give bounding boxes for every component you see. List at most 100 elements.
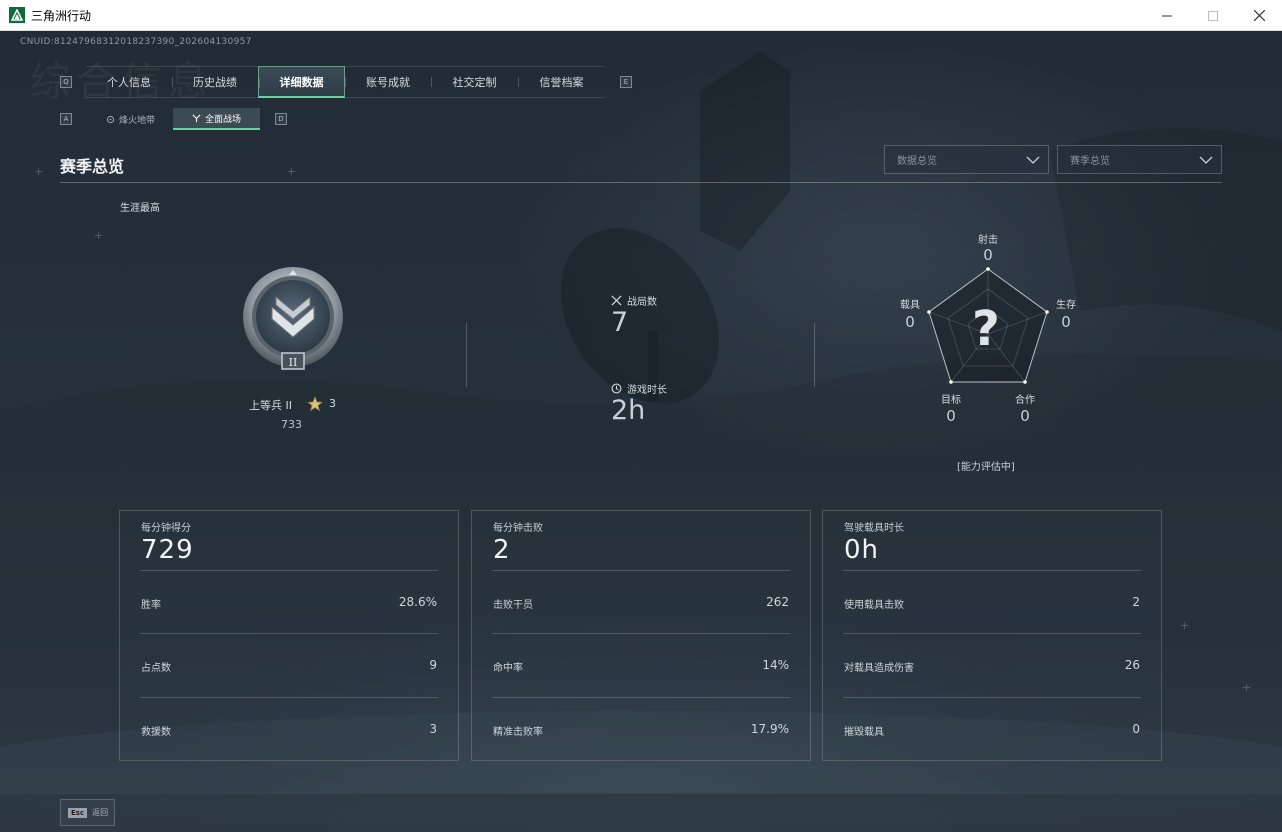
back-button[interactable]: Esc 返回 (60, 799, 115, 826)
panel-divider (492, 697, 790, 698)
panel-divider (492, 570, 790, 571)
data-overview-dropdown-label: 数据总览 (897, 156, 937, 167)
warfare-icon (192, 114, 201, 122)
tab-detailed-data[interactable]: 详细数据 (258, 66, 345, 98)
playtime-label: 游戏时长 (611, 381, 667, 396)
win-rate-value: 28.6% (398, 595, 437, 609)
panel-divider (843, 570, 1141, 571)
panel-big-value: 729 (141, 535, 194, 565)
score-per-minute-panel: 每分钟得分 729 胜率 28.6% 占点数 9 救援数 3 (119, 510, 459, 761)
bottom-bar: Esc 返回 (0, 793, 1282, 832)
tab-personal-info[interactable]: 个人信息 (86, 66, 172, 98)
vehicle-kills-value: 2 (1132, 595, 1140, 609)
tab-match-history[interactable]: 历史战绩 (172, 66, 258, 98)
operator-kills-value: 262 (766, 595, 789, 609)
revives-label: 救援数 (141, 727, 171, 738)
panel-divider (843, 697, 1141, 698)
panel-divider (492, 633, 790, 634)
vehicle-damage-label: 对载具造成伤害 (844, 663, 914, 674)
accuracy-value: 14% (762, 658, 789, 672)
subtab-prev-key-hint[interactable]: A (60, 113, 72, 125)
radar-objective-value: 0 (946, 407, 956, 425)
precision-kill-rate-label: 精准击败率 (493, 727, 543, 738)
radar-shooting-value: 0 (983, 246, 993, 264)
back-button-label: 返回 (92, 808, 109, 817)
career-best-label: 生涯最高 (120, 203, 160, 214)
matches-value: 7 (611, 307, 629, 338)
radar-objective-label: 目标 (941, 395, 961, 406)
win-rate-label: 胜率 (141, 600, 161, 611)
season-overview-dropdown-label: 赛季总览 (1070, 156, 1110, 167)
panel-title: 每分钟得分 (141, 523, 191, 534)
rank-numeral: II (289, 356, 298, 369)
window-titlebar: 三角洲行动 (0, 0, 1282, 31)
panel-divider (140, 633, 438, 634)
user-uid: CNUID:8124796831201823739​0_202604130957 (20, 37, 252, 47)
matches-label: 战局数 (611, 293, 657, 308)
window-title: 三角洲行动 (31, 8, 92, 23)
data-overview-dropdown[interactable]: 数据总览 (884, 145, 1049, 174)
panel-title: 每分钟击败 (493, 523, 543, 534)
revives-value: 3 (429, 722, 437, 736)
column-divider (466, 323, 467, 387)
vehicle-time-panel: 驾驶载具时长 0h 使用载具击败 2 对载具造成伤害 26 摧毁载具 0 (822, 510, 1162, 761)
panel-divider (140, 570, 438, 571)
panel-big-value: 2 (493, 535, 511, 565)
decor-cross-icon: + (94, 229, 104, 242)
app-logo-icon (9, 7, 25, 23)
panel-divider (140, 697, 438, 698)
section-title: 赛季总览 (60, 157, 125, 176)
tab-next-key-hint[interactable]: E (620, 76, 632, 88)
decor-cross-icon: + (1242, 681, 1252, 694)
precision-kill-rate-value: 17.9% (750, 722, 789, 736)
radar-teamwork-label: 合作 (1015, 395, 1035, 406)
subtab-warfare[interactable]: 全面战场 (173, 108, 260, 130)
rank-star-count: 3 (329, 397, 336, 410)
decor-cross-icon: + (287, 165, 297, 178)
crossed-swords-icon (611, 295, 622, 306)
radar-survival-value: 0 (1061, 313, 1071, 331)
radar-teamwork-value: 0 (1020, 407, 1030, 425)
esc-key-hint: Esc (68, 807, 88, 818)
maximize-icon[interactable] (1190, 0, 1236, 31)
radar-vehicle-value: 0 (905, 313, 915, 331)
close-icon[interactable] (1236, 0, 1282, 31)
tab-prev-key-hint[interactable]: Q (60, 76, 72, 88)
panel-divider (843, 633, 1141, 634)
panel-big-value: 0h (844, 535, 880, 565)
kills-per-minute-panel: 每分钟击败 2 击败干员 262 命中率 14% 精准击败率 17.9% (471, 510, 811, 761)
section-divider (60, 182, 1222, 183)
decor-cross-icon: + (1180, 619, 1190, 632)
radar-status: [能力评估中] (957, 462, 1015, 473)
rank-points: 733 (281, 418, 302, 431)
chevron-down-icon (1199, 156, 1213, 164)
vehicle-damage-value: 26 (1124, 658, 1140, 672)
clock-icon (611, 383, 622, 394)
tab-social-custom[interactable]: 社交定制 (431, 66, 518, 98)
panel-title: 驾驶载具时长 (844, 523, 904, 534)
game-stage: 综合信息 CNUID:8124796831201823739​0_2026041… (0, 31, 1282, 832)
season-overview-dropdown[interactable]: 赛季总览 (1057, 145, 1222, 174)
captures-label: 占点数 (141, 663, 171, 674)
tab-achievements[interactable]: 账号成就 (345, 66, 431, 98)
tab-reputation[interactable]: 信誉档案 (518, 66, 605, 98)
sub-tab-bar: 烽火地带 全面战场 (88, 108, 260, 130)
playtime-value: 2h (611, 395, 646, 426)
rank-name: 上等兵 II (249, 399, 292, 412)
rank-badge-icon: II (243, 267, 343, 370)
subtab-hazard-zone[interactable]: 烽火地带 (88, 108, 173, 130)
radar-survival-label: 生存 (1056, 300, 1076, 311)
vehicles-destroyed-value: 0 (1132, 722, 1140, 736)
main-tab-bar: 个人信息 历史战绩 详细数据 账号成就 社交定制 信誉档案 (86, 66, 605, 98)
star-icon (307, 396, 323, 412)
accuracy-label: 命中率 (493, 663, 523, 674)
subtab-next-key-hint[interactable]: D (275, 113, 287, 125)
minimize-icon[interactable] (1144, 0, 1190, 31)
operator-kills-label: 击败干员 (493, 600, 533, 611)
decor-cross-icon: + (34, 165, 44, 178)
chevron-down-icon (1026, 156, 1040, 164)
radar-vehicle-label: 载具 (900, 300, 920, 311)
captures-value: 9 (429, 658, 437, 672)
vehicle-kills-label: 使用载具击败 (844, 600, 904, 611)
hazard-zone-icon (106, 115, 115, 123)
